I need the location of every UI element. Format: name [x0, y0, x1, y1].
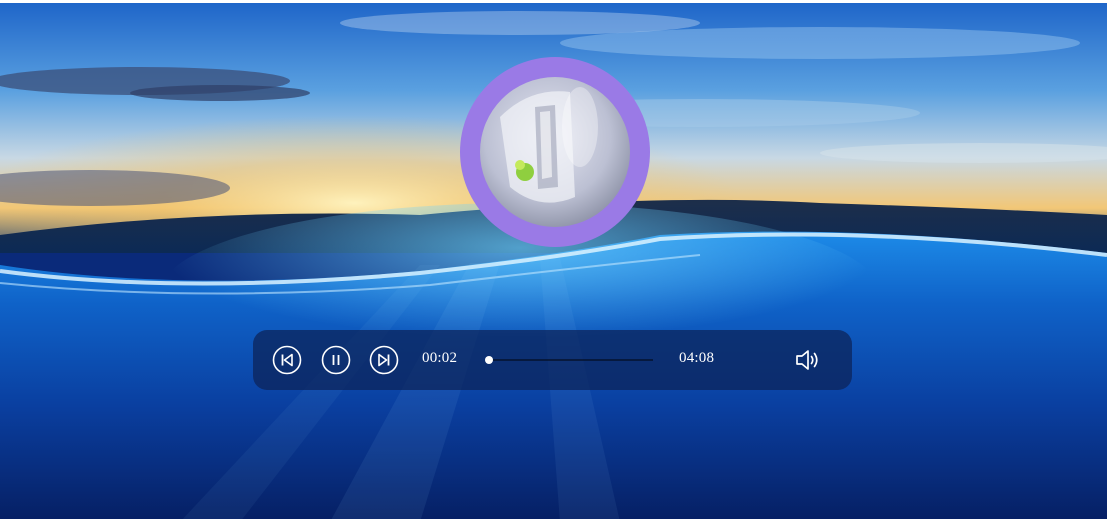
music-player-page: 00:02 04:08 — [0, 0, 1107, 519]
pause-button[interactable] — [321, 345, 351, 375]
player-controls-bar: 00:02 04:08 — [253, 330, 852, 390]
previous-button[interactable] — [272, 345, 302, 375]
volume-button[interactable] — [793, 345, 823, 375]
progress-handle[interactable] — [485, 356, 493, 364]
previous-icon — [272, 345, 302, 375]
album-art — [480, 77, 630, 227]
next-button[interactable] — [369, 345, 399, 375]
volume-icon — [796, 350, 818, 370]
current-time: 00:02 — [422, 350, 458, 366]
next-icon — [369, 345, 399, 375]
progress-bar[interactable] — [485, 356, 653, 364]
pause-icon — [321, 345, 351, 375]
duration-time: 04:08 — [679, 350, 715, 366]
